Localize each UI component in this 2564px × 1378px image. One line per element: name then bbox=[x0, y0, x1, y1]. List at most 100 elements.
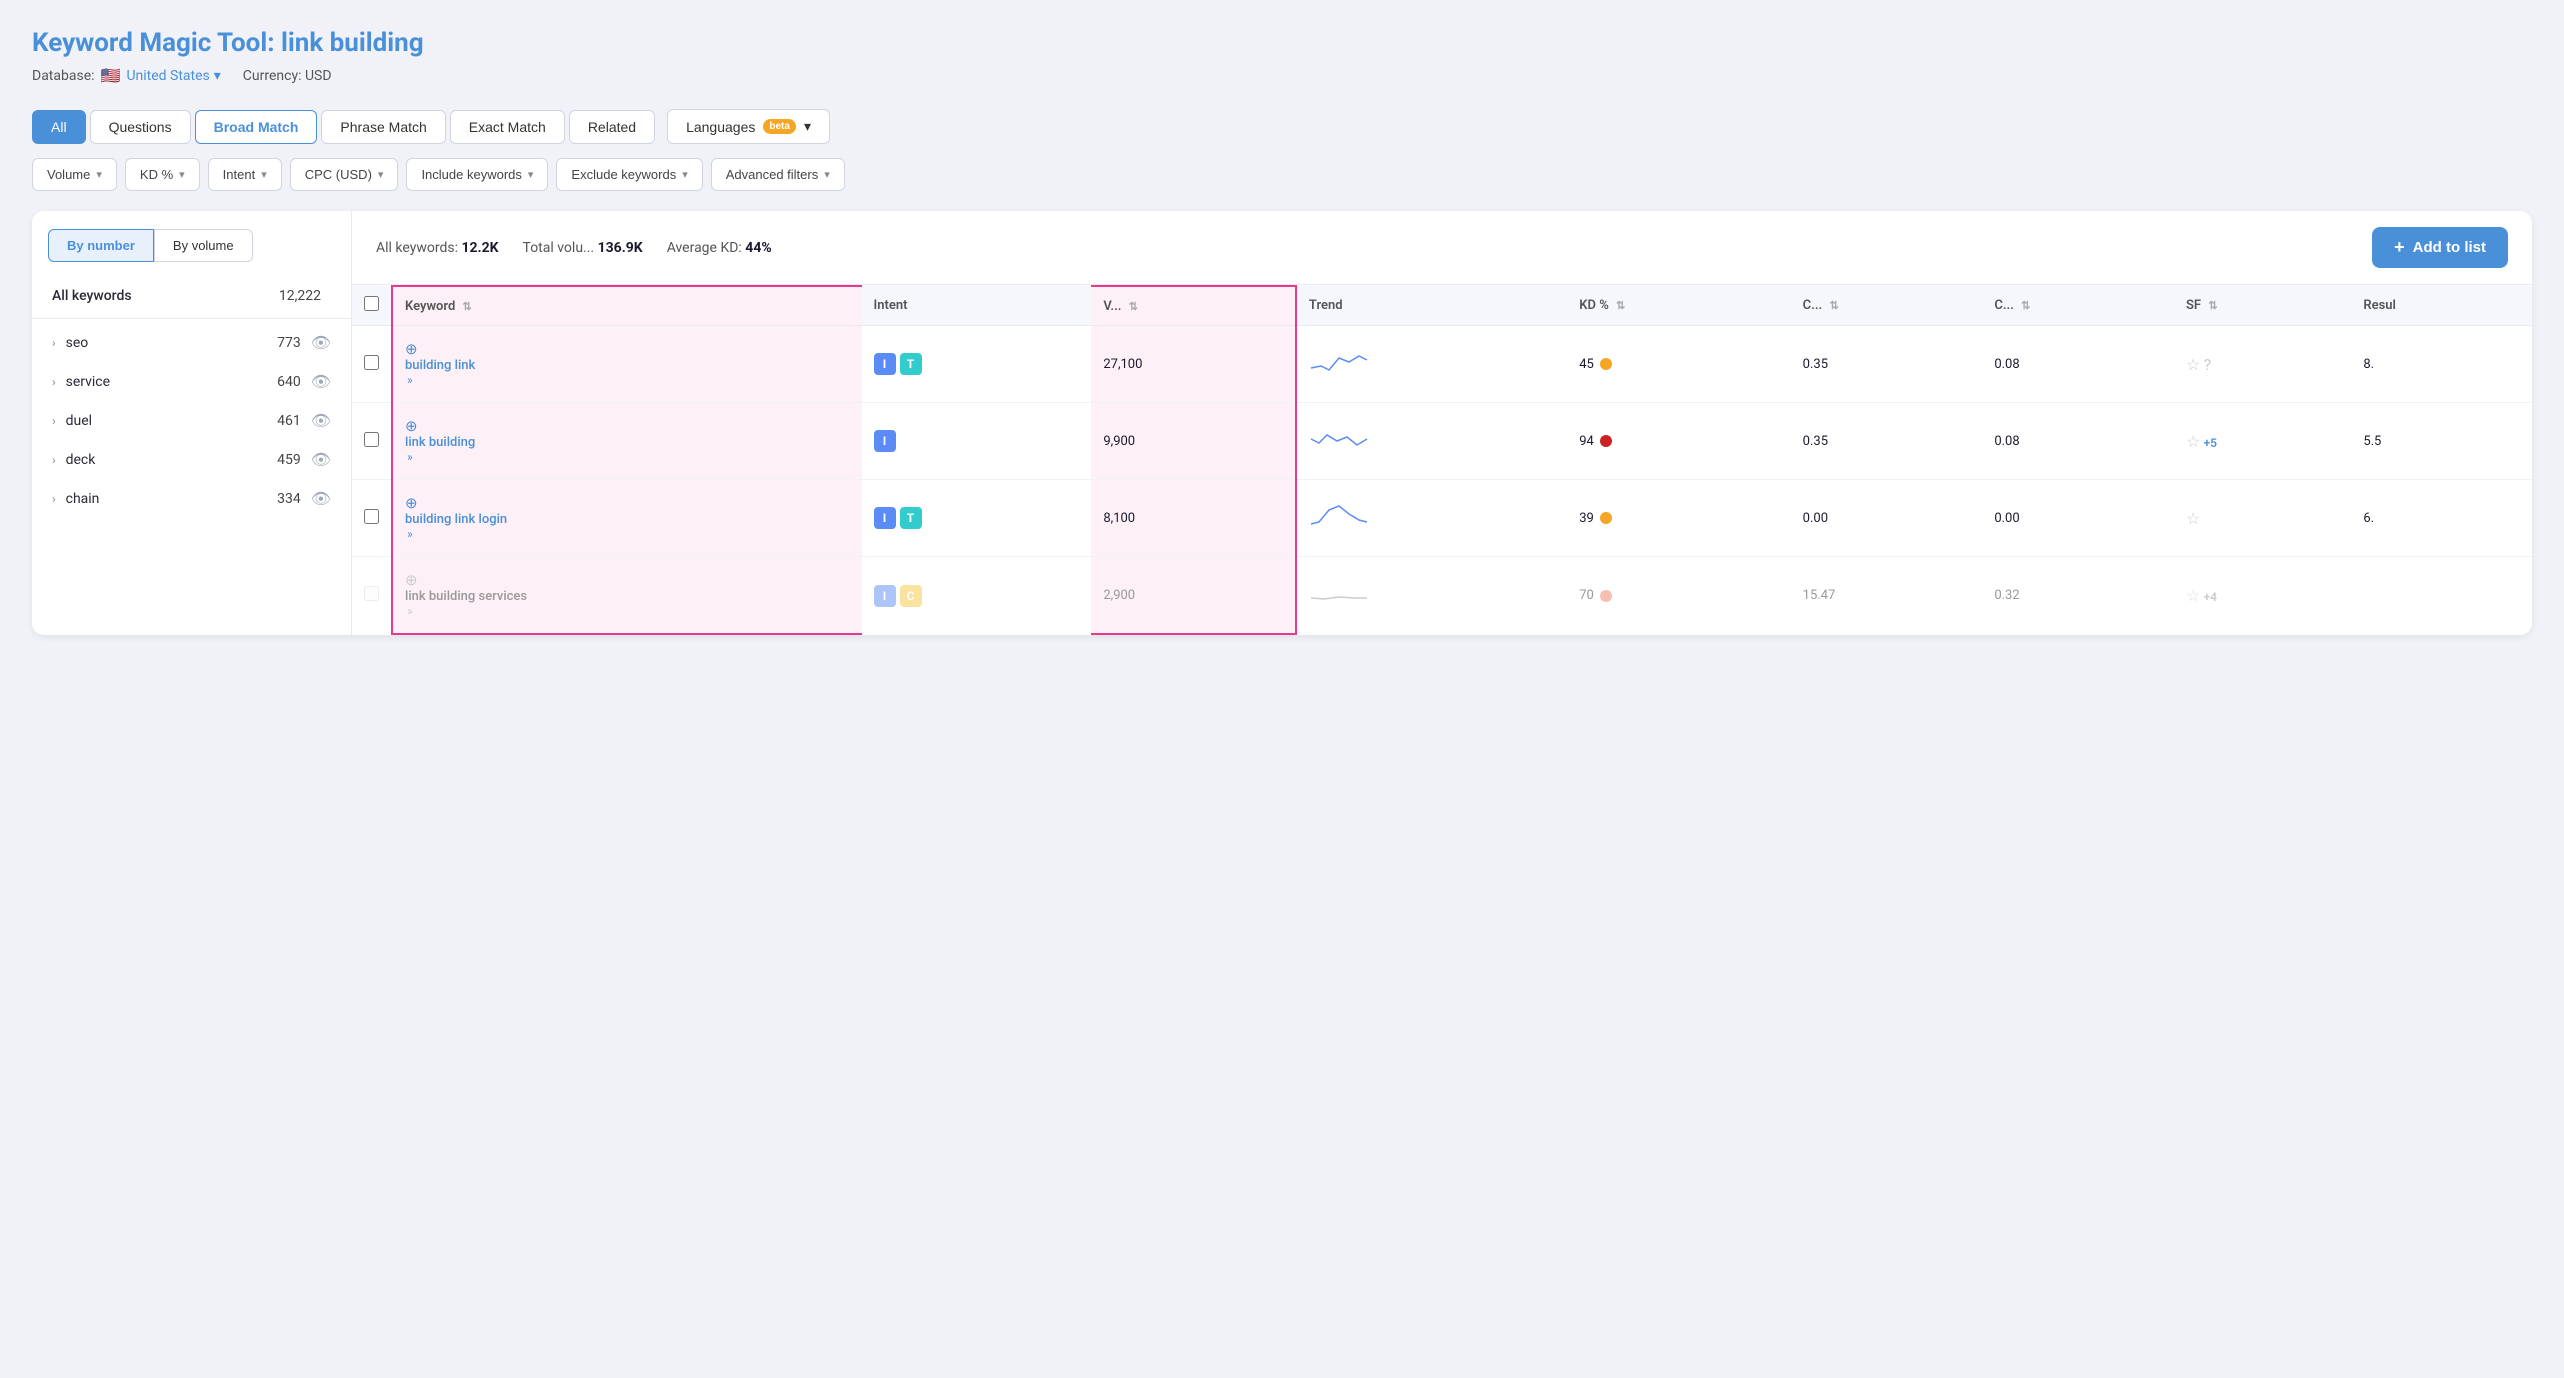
filter-volume[interactable]: Volume ▾ bbox=[32, 158, 117, 191]
intent-cell: I bbox=[862, 403, 1092, 480]
tab-questions[interactable]: Questions bbox=[90, 110, 191, 144]
kd-dot bbox=[1600, 358, 1612, 370]
country-selector[interactable]: United States ▾ bbox=[126, 68, 220, 84]
chevron-down-icon: ▾ bbox=[179, 168, 185, 181]
row-checkbox[interactable] bbox=[364, 355, 379, 370]
star-icon[interactable]: ☆ bbox=[2186, 509, 2200, 528]
eye-icon[interactable]: 👁 bbox=[311, 411, 331, 430]
sort-icon[interactable]: ⇅ bbox=[463, 300, 472, 313]
sort-icon[interactable]: ⇅ bbox=[1616, 299, 1625, 312]
col-header-c2: C... ⇅ bbox=[1982, 286, 2174, 326]
results-cell: 8. bbox=[2351, 326, 2532, 403]
eye-icon[interactable]: 👁 bbox=[311, 372, 331, 391]
table-header-bar: All keywords: 12.2K Total volu... 136.9K… bbox=[352, 211, 2532, 285]
filter-cpc[interactable]: CPC (USD) ▾ bbox=[290, 158, 399, 191]
tab-phrase-match[interactable]: Phrase Match bbox=[321, 110, 445, 144]
expand-arrows-icon: » bbox=[407, 604, 413, 618]
intent-badge-t: T bbox=[900, 353, 922, 375]
sf-cell: ☆ +5 bbox=[2174, 403, 2351, 480]
sidebar-divider bbox=[32, 318, 351, 319]
toggle-by-number[interactable]: By number bbox=[48, 229, 154, 262]
add-keyword-icon[interactable]: ⊕ bbox=[405, 494, 418, 512]
table-area: All keywords: 12.2K Total volu... 136.9K… bbox=[352, 211, 2532, 635]
col-header-kd: KD % ⇅ bbox=[1567, 286, 1790, 326]
expand-arrows-icon[interactable]: » bbox=[407, 373, 413, 387]
sidebar: By number By volume All keywords 12,222 … bbox=[32, 211, 352, 635]
sort-icon[interactable]: ⇅ bbox=[2021, 299, 2030, 312]
trend-sparkline bbox=[1309, 502, 1369, 530]
intent-cell: I C bbox=[862, 557, 1092, 635]
keyword-cell: ⊕ link building services » bbox=[392, 557, 862, 635]
kd-dot bbox=[1600, 512, 1612, 524]
sidebar-item-deck[interactable]: › deck 459 👁 bbox=[32, 440, 351, 479]
row-checkbox-cell bbox=[352, 480, 392, 557]
data-table: Keyword ⇅ Intent V... ⇅ Trend bbox=[352, 285, 2532, 635]
sidebar-item-chain[interactable]: › chain 334 👁 bbox=[32, 479, 351, 518]
question-icon: ? bbox=[2204, 355, 2212, 374]
tab-broad-match[interactable]: Broad Match bbox=[195, 110, 318, 144]
sidebar-item-all-keywords[interactable]: All keywords 12,222 bbox=[32, 278, 351, 314]
add-keyword-icon: ⊕ bbox=[405, 571, 418, 589]
filter-include[interactable]: Include keywords ▾ bbox=[406, 158, 548, 191]
col-header-c1: C... ⇅ bbox=[1791, 286, 1983, 326]
c1-cell: 0.00 bbox=[1791, 480, 1983, 557]
sidebar-item-service[interactable]: › service 640 👁 bbox=[32, 362, 351, 401]
star-icon[interactable]: ☆ bbox=[2186, 432, 2200, 451]
sidebar-item-duel[interactable]: › duel 461 👁 bbox=[32, 401, 351, 440]
sf-badge: +4 bbox=[2204, 590, 2217, 604]
trend-sparkline bbox=[1309, 580, 1369, 608]
tab-all[interactable]: All bbox=[32, 110, 86, 144]
intent-cell: I T bbox=[862, 480, 1092, 557]
trend-cell bbox=[1296, 403, 1567, 480]
add-keyword-icon[interactable]: ⊕ bbox=[405, 417, 418, 435]
sort-icon[interactable]: ⇅ bbox=[1829, 299, 1838, 312]
c1-cell: 15.47 bbox=[1791, 557, 1983, 635]
row-checkbox[interactable] bbox=[364, 586, 379, 601]
add-to-list-button[interactable]: + Add to list bbox=[2372, 227, 2508, 268]
filter-kd[interactable]: KD % ▾ bbox=[125, 158, 200, 191]
col-header-volume: V... ⇅ bbox=[1091, 286, 1296, 326]
plus-icon: + bbox=[2394, 237, 2405, 258]
row-checkbox[interactable] bbox=[364, 509, 379, 524]
star-icon: ☆ bbox=[2186, 586, 2200, 605]
filter-advanced[interactable]: Advanced filters ▾ bbox=[711, 158, 845, 191]
col-header-trend: Trend bbox=[1296, 286, 1567, 326]
select-all-checkbox[interactable] bbox=[364, 296, 379, 311]
eye-icon[interactable]: 👁 bbox=[311, 450, 331, 469]
sidebar-item-seo[interactable]: › seo 773 👁 bbox=[32, 323, 351, 362]
tab-exact-match[interactable]: Exact Match bbox=[450, 110, 565, 144]
filter-bar: Volume ▾ KD % ▾ Intent ▾ CPC (USD) ▾ Inc… bbox=[32, 158, 2532, 191]
sort-icon[interactable]: ⇅ bbox=[1129, 300, 1138, 313]
col-header-checkbox bbox=[352, 286, 392, 326]
row-checkbox-cell bbox=[352, 326, 392, 403]
keyword-link: link building services bbox=[405, 589, 850, 604]
intent-badge-i: I bbox=[874, 507, 896, 529]
toggle-by-volume[interactable]: By volume bbox=[154, 229, 253, 262]
sort-icon[interactable]: ⇅ bbox=[2208, 299, 2217, 312]
page-subtitle: Database: 🇺🇸 United States ▾ Currency: U… bbox=[32, 66, 2532, 85]
keyword-link[interactable]: building link login bbox=[405, 512, 850, 527]
tab-languages[interactable]: Languages beta ▾ bbox=[667, 109, 830, 144]
star-icon[interactable]: ☆ bbox=[2186, 355, 2200, 374]
trend-cell bbox=[1296, 326, 1567, 403]
c2-cell: 0.08 bbox=[1982, 326, 2174, 403]
expand-arrows-icon[interactable]: » bbox=[407, 450, 413, 464]
filter-intent[interactable]: Intent ▾ bbox=[208, 158, 282, 191]
expand-arrows-icon[interactable]: » bbox=[407, 527, 413, 541]
add-keyword-icon[interactable]: ⊕ bbox=[405, 340, 418, 358]
beta-badge: beta bbox=[763, 119, 796, 134]
trend-sparkline bbox=[1309, 425, 1369, 453]
main-content: By number By volume All keywords 12,222 … bbox=[32, 211, 2532, 635]
keyword-link[interactable]: link building bbox=[405, 435, 850, 450]
tab-related[interactable]: Related bbox=[569, 110, 655, 144]
filter-exclude[interactable]: Exclude keywords ▾ bbox=[556, 158, 702, 191]
table-row: ⊕ link building services » I C 2,900 bbox=[352, 557, 2532, 635]
col-header-sf: SF ⇅ bbox=[2174, 286, 2351, 326]
eye-icon[interactable]: 👁 bbox=[311, 333, 331, 352]
intent-badge-c: C bbox=[900, 585, 922, 607]
eye-icon[interactable]: 👁 bbox=[311, 489, 331, 508]
row-checkbox[interactable] bbox=[364, 432, 379, 447]
kd-dot bbox=[1600, 590, 1612, 602]
keyword-link[interactable]: building link bbox=[405, 358, 850, 373]
c1-cell: 0.35 bbox=[1791, 403, 1983, 480]
